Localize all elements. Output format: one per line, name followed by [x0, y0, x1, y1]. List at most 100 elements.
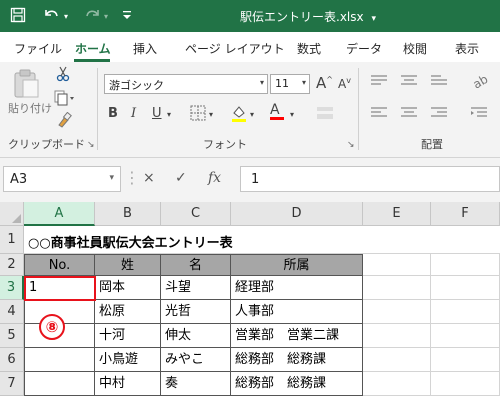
insert-function-button[interactable]: fx: [208, 170, 221, 186]
font-size-select[interactable]: 11 ▾: [270, 74, 310, 94]
table-header-department[interactable]: 所属: [231, 254, 363, 276]
cell-b3[interactable]: 岡本: [95, 276, 161, 300]
cell-e2[interactable]: [363, 254, 431, 276]
copy-icon[interactable]: [54, 90, 76, 109]
cell-d3[interactable]: 経理部: [231, 276, 363, 300]
column-header-c[interactable]: C: [161, 202, 231, 226]
align-left-icon[interactable]: [370, 106, 388, 123]
borders-icon[interactable]: [190, 105, 206, 124]
align-center-icon[interactable]: [400, 106, 418, 123]
font-color-button[interactable]: A: [270, 102, 284, 120]
drag-handle-icon[interactable]: ⋮: [124, 168, 140, 187]
column-header-e[interactable]: E: [363, 202, 431, 226]
dialog-launcher-icon[interactable]: ↘: [87, 140, 95, 150]
bold-button[interactable]: B: [108, 106, 118, 121]
align-top-icon[interactable]: [370, 74, 388, 91]
enter-icon[interactable]: ✓: [175, 170, 187, 186]
cell-c5[interactable]: 伸太: [161, 324, 231, 348]
customize-qat-icon[interactable]: [122, 9, 132, 24]
cell-d5[interactable]: 営業部 営業二課: [231, 324, 363, 348]
chevron-down-icon[interactable]: ▾: [371, 14, 376, 24]
row-header-5[interactable]: 5: [0, 324, 24, 348]
cell-b5[interactable]: 十河: [95, 324, 161, 348]
cell-e4[interactable]: [363, 300, 431, 324]
sheet-title[interactable]: ○○商事社員駅伝大会エントリー表: [28, 232, 233, 251]
cell-c6[interactable]: みやこ: [161, 348, 231, 372]
tab-file[interactable]: ファイル: [14, 40, 62, 57]
cell-e6[interactable]: [363, 348, 431, 372]
row-header-1[interactable]: 1: [0, 226, 24, 254]
cell-e3[interactable]: [363, 276, 431, 300]
cell-a7[interactable]: [24, 372, 95, 396]
cell-b6[interactable]: 小鳥遊: [95, 348, 161, 372]
undo-icon[interactable]: [42, 7, 60, 27]
column-header-a[interactable]: A: [24, 202, 95, 226]
cell-f4[interactable]: [431, 300, 500, 324]
underline-button[interactable]: U: [152, 106, 162, 121]
save-icon[interactable]: [10, 7, 26, 27]
cell-c4[interactable]: 光哲: [161, 300, 231, 324]
font-name-select[interactable]: 游ゴシック ▾: [104, 74, 268, 94]
chevron-down-icon[interactable]: ▾: [167, 110, 171, 119]
orientation-icon[interactable]: ab: [470, 72, 492, 93]
cell-e5[interactable]: [363, 324, 431, 348]
tab-formulas[interactable]: 数式: [297, 40, 321, 57]
dialog-launcher-icon[interactable]: ↘: [347, 140, 355, 150]
format-painter-icon[interactable]: [56, 111, 72, 131]
cell-d6[interactable]: 総務部 総務課: [231, 348, 363, 372]
chevron-down-icon[interactable]: ▾: [250, 110, 254, 119]
align-middle-icon[interactable]: [400, 74, 418, 91]
cell-e7[interactable]: [363, 372, 431, 396]
column-header-d[interactable]: D: [231, 202, 363, 226]
cell-b4[interactable]: 松原: [95, 300, 161, 324]
chevron-down-icon[interactable]: ▾: [209, 110, 213, 119]
column-header-f[interactable]: F: [431, 202, 500, 226]
chevron-down-icon[interactable]: ▾: [290, 110, 294, 119]
tab-insert[interactable]: 挿入: [133, 40, 157, 57]
redo-icon[interactable]: [84, 7, 102, 27]
tab-home[interactable]: ホーム: [75, 40, 111, 57]
cell-f7[interactable]: [431, 372, 500, 396]
formula-input[interactable]: 1: [240, 166, 500, 192]
paste-icon[interactable]: [12, 68, 40, 101]
row-header-3[interactable]: 3: [0, 276, 24, 300]
fill-color-icon[interactable]: [230, 104, 248, 125]
row-header-6[interactable]: 6: [0, 348, 24, 372]
name-box-value: A3: [10, 172, 28, 187]
name-box[interactable]: A3 ▾: [3, 166, 121, 192]
cell-f2[interactable]: [431, 254, 500, 276]
align-bottom-icon[interactable]: [430, 74, 448, 91]
table-header-last-name[interactable]: 姓: [95, 254, 161, 276]
cell-d7[interactable]: 総務部 総務課: [231, 372, 363, 396]
cell-a6[interactable]: [24, 348, 95, 372]
cell-b7[interactable]: 中村: [95, 372, 161, 396]
tab-review[interactable]: 校閲: [403, 40, 427, 57]
table-header-no[interactable]: No.: [24, 254, 95, 276]
cell-f3[interactable]: [431, 276, 500, 300]
italic-button[interactable]: I: [131, 106, 136, 121]
tab-view[interactable]: 表示: [455, 40, 479, 57]
tab-page-layout[interactable]: ページ レイアウト: [185, 40, 285, 57]
cancel-icon[interactable]: ×: [143, 170, 155, 186]
undo-dropdown-icon[interactable]: ▾: [64, 12, 68, 21]
row-header-4[interactable]: 4: [0, 300, 24, 324]
shrink-font-button[interactable]: Av: [338, 76, 351, 91]
scissors-icon[interactable]: [56, 66, 70, 85]
grow-font-button[interactable]: A^: [316, 74, 333, 92]
cell-c3[interactable]: 斗望: [161, 276, 231, 300]
align-right-icon[interactable]: [430, 106, 448, 123]
column-header-b[interactable]: B: [95, 202, 161, 226]
cell-d4[interactable]: 人事部: [231, 300, 363, 324]
cell-f6[interactable]: [431, 348, 500, 372]
paste-label[interactable]: 貼り付け: [8, 100, 52, 116]
indent-icon[interactable]: [470, 106, 488, 123]
row-header-7[interactable]: 7: [0, 372, 24, 396]
cell-f5[interactable]: [431, 324, 500, 348]
phonetic-icon[interactable]: [316, 106, 334, 123]
select-all-button[interactable]: [0, 202, 24, 226]
redo-dropdown-icon[interactable]: ▾: [104, 12, 108, 21]
cell-c7[interactable]: 奏: [161, 372, 231, 396]
tab-data[interactable]: データ: [346, 40, 382, 57]
table-header-first-name[interactable]: 名: [161, 254, 231, 276]
row-header-2[interactable]: 2: [0, 254, 24, 276]
